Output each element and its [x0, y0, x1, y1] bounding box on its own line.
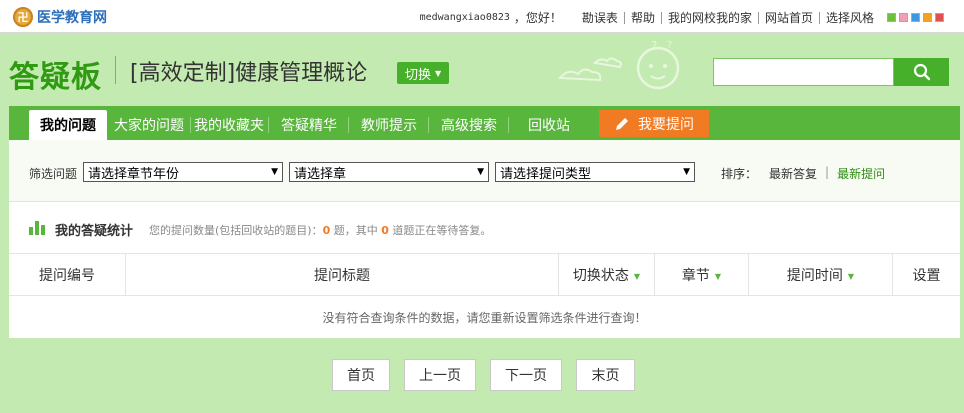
style-swatch-red[interactable]: [935, 13, 944, 22]
link-choose-style[interactable]: 选择风格: [818, 11, 880, 24]
chapter-select-value: 请选择章: [294, 166, 347, 182]
tab-divider: [508, 117, 509, 133]
chapter-year-select[interactable]: 请选择章节年份 ▼: [83, 162, 283, 182]
first-page-button[interactable]: 首页: [332, 359, 390, 391]
column-label: 设置: [912, 268, 941, 284]
stats-text-suffix: 道题正在等待答复。: [388, 224, 492, 237]
stats-text-prefix: 您的提问数量(包括回收站的题目)：: [149, 224, 323, 237]
sort-latest-reply[interactable]: 最新答复: [769, 165, 817, 182]
ask-question-button[interactable]: 我要提问: [599, 110, 709, 137]
stats-text-mid: 题，其中: [330, 224, 382, 237]
last-page-button[interactable]: 末页: [576, 359, 635, 391]
tab-bar: 我的问题 大家的问题 我的收藏夹 答疑精华 教师提示 高级搜索 回收站: [9, 106, 960, 140]
title-divider: [115, 56, 116, 84]
column-label: 章节: [681, 268, 710, 284]
dropdown-arrow-icon: ▼: [477, 167, 484, 177]
next-page-button[interactable]: 下一页: [490, 359, 562, 391]
filter-label: 筛选问题: [29, 167, 78, 181]
tab-my-questions[interactable]: 我的问题: [29, 110, 107, 140]
link-home[interactable]: 网站首页: [757, 11, 819, 24]
link-help[interactable]: 帮助: [623, 11, 661, 24]
stats-waiting-count: 0: [381, 224, 389, 237]
tab-advanced-search[interactable]: 高级搜索: [431, 110, 507, 140]
search-input[interactable]: [713, 58, 894, 86]
tab-divider: [428, 117, 429, 133]
greeting: ，您好！: [513, 11, 562, 25]
link-my-school[interactable]: 我的网校我的家: [660, 11, 758, 24]
svg-text:?: ?: [651, 39, 657, 53]
column-label: 提问编号: [39, 268, 95, 284]
logo-icon: 卍: [13, 7, 33, 27]
bar-chart-icon: [29, 221, 45, 235]
tab-highlights[interactable]: 答疑精华: [271, 110, 347, 140]
stats-section: 我的答疑统计 您的提问数量(包括回收站的题目)：0 题，其中 0 道题正在等待答…: [9, 202, 960, 254]
tab-divider: [268, 117, 269, 133]
style-swatch-pink[interactable]: [899, 13, 908, 22]
main-panel: 筛选问题 请选择章节年份 ▼ 请选择章 ▼ 请选择提问类型 ▼ 排序： 最新答复…: [9, 140, 960, 338]
search-button[interactable]: [894, 58, 949, 86]
question-type-select-value: 请选择提问类型: [500, 166, 592, 182]
tab-recycle-bin[interactable]: 回收站: [511, 110, 587, 140]
course-name: [高效定制]健康管理概论: [130, 61, 368, 86]
sort-divider: |: [825, 165, 830, 179]
table-header: 提问编号 提问标题 切换状态 ▼ 章节 ▼ 提问时间 ▼ 设置: [9, 254, 960, 296]
ask-question-label: 我要提问: [638, 116, 694, 133]
column-settings: 设置: [892, 254, 960, 296]
style-swatch-green[interactable]: [887, 13, 896, 22]
top-nav: medwangxiao0823 ，您好！ 勘误表 帮助 我的网校我的家 网站首页…: [420, 9, 944, 26]
tab-favorites[interactable]: 我的收藏夹: [191, 110, 267, 140]
tab-divider: [348, 117, 349, 133]
column-question-id: 提问编号: [9, 254, 125, 296]
column-label: 提问标题: [314, 268, 370, 284]
sort-latest-question[interactable]: 最新提问: [837, 165, 885, 182]
stats-title: 我的答疑统计: [55, 224, 134, 239]
pencil-icon: [616, 117, 628, 130]
tab-teacher-tips[interactable]: 教师提示: [351, 110, 427, 140]
search-icon: [913, 63, 930, 81]
dropdown-arrow-icon: ▼: [271, 167, 278, 177]
chapter-year-select-value: 请选择章节年份: [88, 166, 180, 182]
sort-caret-icon: ▼: [714, 272, 722, 281]
svg-text:?: ?: [667, 40, 672, 51]
style-swatch-blue[interactable]: [911, 13, 920, 22]
column-switch-status[interactable]: 切换状态 ▼: [558, 254, 654, 296]
column-question-time[interactable]: 提问时间 ▼: [748, 254, 892, 296]
column-question-title: 提问标题: [125, 254, 558, 296]
sort-caret-icon: ▼: [633, 272, 641, 281]
style-swatches: [884, 13, 944, 22]
column-label: 提问时间: [786, 268, 843, 284]
empty-message: 没有符合查询条件的数据，请您重新设置筛选条件进行查询！: [322, 311, 647, 325]
filter-bar: 筛选问题 请选择章节年份 ▼ 请选择章 ▼ 请选择提问类型 ▼ 排序： 最新答复…: [9, 140, 960, 202]
mascot-illustration: ? ?: [557, 39, 680, 90]
stats-summary: 您的提问数量(包括回收站的题目)：0 题，其中 0 道题正在等待答复。: [149, 222, 491, 238]
style-swatch-orange[interactable]: [923, 13, 932, 22]
top-bar: 卍 医学教育网 medwangxiao0823 ，您好！ 勘误表 帮助 我的网校…: [0, 0, 964, 33]
username: medwangxiao0823: [419, 12, 510, 23]
caret-down-icon: ▼: [435, 68, 442, 78]
logo-text: 医学教育网: [37, 10, 107, 26]
tab-everyone-questions[interactable]: 大家的问题: [109, 110, 189, 140]
switch-course-button[interactable]: 切换 ▼: [397, 62, 450, 84]
prev-page-button[interactable]: 上一页: [404, 359, 476, 391]
site-logo[interactable]: 卍 医学教育网: [13, 7, 107, 27]
sort-controls: 排序： 最新答复 | 最新提问: [721, 165, 885, 182]
column-label: 切换状态: [572, 268, 629, 284]
question-type-select[interactable]: 请选择提问类型 ▼: [495, 162, 695, 182]
sort-label: 排序：: [721, 167, 758, 181]
sort-caret-icon: ▼: [847, 272, 855, 281]
dropdown-arrow-icon: ▼: [683, 167, 690, 177]
page-title: 答疑板: [9, 60, 102, 95]
link-errata[interactable]: 勘误表: [576, 12, 624, 24]
column-chapter[interactable]: 章节 ▼: [654, 254, 748, 296]
chapter-select[interactable]: 请选择章 ▼: [289, 162, 489, 182]
switch-label: 切换: [405, 67, 432, 83]
